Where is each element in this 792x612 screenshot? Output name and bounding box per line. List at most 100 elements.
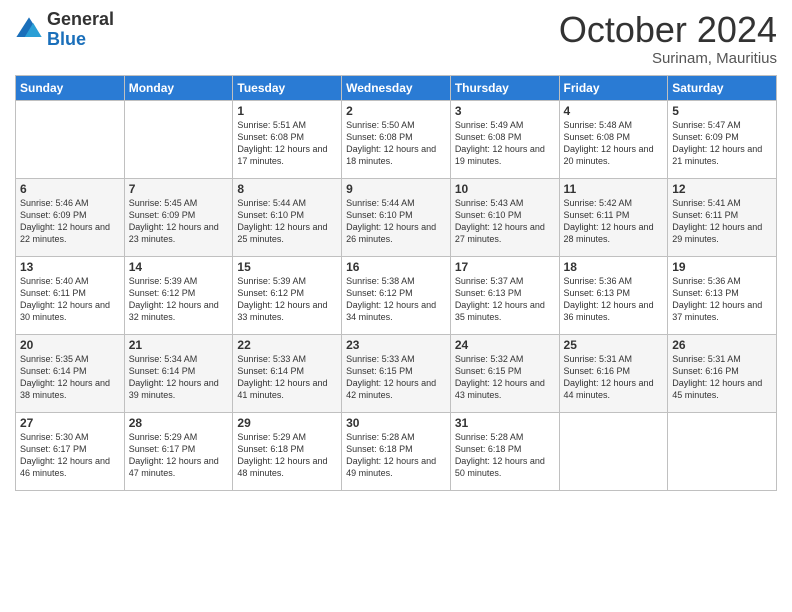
calendar-cell: 12Sunrise: 5:41 AMSunset: 6:11 PMDayligh… bbox=[668, 178, 777, 256]
cell-text: Sunrise: 5:43 AMSunset: 6:10 PMDaylight:… bbox=[455, 197, 555, 246]
day-number: 30 bbox=[346, 416, 446, 430]
day-number: 18 bbox=[564, 260, 664, 274]
day-number: 6 bbox=[20, 182, 120, 196]
cell-text: Sunrise: 5:47 AMSunset: 6:09 PMDaylight:… bbox=[672, 119, 772, 168]
logo: General Blue bbox=[15, 10, 114, 50]
day-number: 26 bbox=[672, 338, 772, 352]
cell-text: Sunrise: 5:46 AMSunset: 6:09 PMDaylight:… bbox=[20, 197, 120, 246]
day-number: 17 bbox=[455, 260, 555, 274]
day-number: 8 bbox=[237, 182, 337, 196]
logo-general: General bbox=[47, 10, 114, 30]
day-number: 14 bbox=[129, 260, 229, 274]
calendar-cell bbox=[559, 412, 668, 490]
calendar-week-row: 13Sunrise: 5:40 AMSunset: 6:11 PMDayligh… bbox=[16, 256, 777, 334]
calendar-cell: 29Sunrise: 5:29 AMSunset: 6:18 PMDayligh… bbox=[233, 412, 342, 490]
cell-text: Sunrise: 5:39 AMSunset: 6:12 PMDaylight:… bbox=[129, 275, 229, 324]
day-number: 2 bbox=[346, 104, 446, 118]
header: General Blue October 2024 Surinam, Mauri… bbox=[15, 10, 777, 67]
cell-text: Sunrise: 5:32 AMSunset: 6:15 PMDaylight:… bbox=[455, 353, 555, 402]
logo-blue: Blue bbox=[47, 30, 114, 50]
cell-text: Sunrise: 5:28 AMSunset: 6:18 PMDaylight:… bbox=[455, 431, 555, 480]
calendar-cell: 16Sunrise: 5:38 AMSunset: 6:12 PMDayligh… bbox=[342, 256, 451, 334]
calendar-cell: 1Sunrise: 5:51 AMSunset: 6:08 PMDaylight… bbox=[233, 100, 342, 178]
calendar-day-header: Monday bbox=[124, 75, 233, 100]
calendar-day-header: Sunday bbox=[16, 75, 125, 100]
day-number: 28 bbox=[129, 416, 229, 430]
cell-text: Sunrise: 5:37 AMSunset: 6:13 PMDaylight:… bbox=[455, 275, 555, 324]
day-number: 3 bbox=[455, 104, 555, 118]
calendar-cell: 15Sunrise: 5:39 AMSunset: 6:12 PMDayligh… bbox=[233, 256, 342, 334]
cell-text: Sunrise: 5:39 AMSunset: 6:12 PMDaylight:… bbox=[237, 275, 337, 324]
title-block: October 2024 Surinam, Mauritius bbox=[559, 10, 777, 67]
page: General Blue October 2024 Surinam, Mauri… bbox=[0, 0, 792, 612]
calendar-cell: 2Sunrise: 5:50 AMSunset: 6:08 PMDaylight… bbox=[342, 100, 451, 178]
calendar-cell: 9Sunrise: 5:44 AMSunset: 6:10 PMDaylight… bbox=[342, 178, 451, 256]
cell-text: Sunrise: 5:42 AMSunset: 6:11 PMDaylight:… bbox=[564, 197, 664, 246]
calendar-day-header: Thursday bbox=[450, 75, 559, 100]
calendar-cell: 28Sunrise: 5:29 AMSunset: 6:17 PMDayligh… bbox=[124, 412, 233, 490]
cell-text: Sunrise: 5:31 AMSunset: 6:16 PMDaylight:… bbox=[672, 353, 772, 402]
cell-text: Sunrise: 5:44 AMSunset: 6:10 PMDaylight:… bbox=[237, 197, 337, 246]
calendar-cell: 4Sunrise: 5:48 AMSunset: 6:08 PMDaylight… bbox=[559, 100, 668, 178]
day-number: 22 bbox=[237, 338, 337, 352]
subtitle: Surinam, Mauritius bbox=[559, 50, 777, 67]
calendar-cell bbox=[668, 412, 777, 490]
day-number: 13 bbox=[20, 260, 120, 274]
calendar-cell: 10Sunrise: 5:43 AMSunset: 6:10 PMDayligh… bbox=[450, 178, 559, 256]
day-number: 11 bbox=[564, 182, 664, 196]
calendar-day-header: Friday bbox=[559, 75, 668, 100]
day-number: 19 bbox=[672, 260, 772, 274]
calendar-week-row: 27Sunrise: 5:30 AMSunset: 6:17 PMDayligh… bbox=[16, 412, 777, 490]
cell-text: Sunrise: 5:34 AMSunset: 6:14 PMDaylight:… bbox=[129, 353, 229, 402]
calendar-cell: 21Sunrise: 5:34 AMSunset: 6:14 PMDayligh… bbox=[124, 334, 233, 412]
cell-text: Sunrise: 5:33 AMSunset: 6:15 PMDaylight:… bbox=[346, 353, 446, 402]
cell-text: Sunrise: 5:28 AMSunset: 6:18 PMDaylight:… bbox=[346, 431, 446, 480]
calendar-day-header: Tuesday bbox=[233, 75, 342, 100]
calendar-cell: 30Sunrise: 5:28 AMSunset: 6:18 PMDayligh… bbox=[342, 412, 451, 490]
calendar-week-row: 1Sunrise: 5:51 AMSunset: 6:08 PMDaylight… bbox=[16, 100, 777, 178]
day-number: 27 bbox=[20, 416, 120, 430]
calendar-week-row: 20Sunrise: 5:35 AMSunset: 6:14 PMDayligh… bbox=[16, 334, 777, 412]
day-number: 20 bbox=[20, 338, 120, 352]
calendar-cell: 25Sunrise: 5:31 AMSunset: 6:16 PMDayligh… bbox=[559, 334, 668, 412]
cell-text: Sunrise: 5:29 AMSunset: 6:17 PMDaylight:… bbox=[129, 431, 229, 480]
calendar-header-row: SundayMondayTuesdayWednesdayThursdayFrid… bbox=[16, 75, 777, 100]
day-number: 15 bbox=[237, 260, 337, 274]
day-number: 1 bbox=[237, 104, 337, 118]
day-number: 16 bbox=[346, 260, 446, 274]
calendar-cell: 24Sunrise: 5:32 AMSunset: 6:15 PMDayligh… bbox=[450, 334, 559, 412]
cell-text: Sunrise: 5:44 AMSunset: 6:10 PMDaylight:… bbox=[346, 197, 446, 246]
calendar-cell: 17Sunrise: 5:37 AMSunset: 6:13 PMDayligh… bbox=[450, 256, 559, 334]
calendar-cell: 11Sunrise: 5:42 AMSunset: 6:11 PMDayligh… bbox=[559, 178, 668, 256]
day-number: 21 bbox=[129, 338, 229, 352]
day-number: 23 bbox=[346, 338, 446, 352]
calendar-cell bbox=[124, 100, 233, 178]
calendar-day-header: Saturday bbox=[668, 75, 777, 100]
calendar-cell: 23Sunrise: 5:33 AMSunset: 6:15 PMDayligh… bbox=[342, 334, 451, 412]
calendar-cell: 6Sunrise: 5:46 AMSunset: 6:09 PMDaylight… bbox=[16, 178, 125, 256]
calendar-cell: 14Sunrise: 5:39 AMSunset: 6:12 PMDayligh… bbox=[124, 256, 233, 334]
month-title: October 2024 bbox=[559, 10, 777, 50]
calendar-day-header: Wednesday bbox=[342, 75, 451, 100]
cell-text: Sunrise: 5:33 AMSunset: 6:14 PMDaylight:… bbox=[237, 353, 337, 402]
calendar-cell: 20Sunrise: 5:35 AMSunset: 6:14 PMDayligh… bbox=[16, 334, 125, 412]
calendar-cell: 19Sunrise: 5:36 AMSunset: 6:13 PMDayligh… bbox=[668, 256, 777, 334]
calendar-table: SundayMondayTuesdayWednesdayThursdayFrid… bbox=[15, 75, 777, 491]
day-number: 7 bbox=[129, 182, 229, 196]
calendar-cell: 13Sunrise: 5:40 AMSunset: 6:11 PMDayligh… bbox=[16, 256, 125, 334]
day-number: 31 bbox=[455, 416, 555, 430]
cell-text: Sunrise: 5:36 AMSunset: 6:13 PMDaylight:… bbox=[672, 275, 772, 324]
day-number: 10 bbox=[455, 182, 555, 196]
cell-text: Sunrise: 5:38 AMSunset: 6:12 PMDaylight:… bbox=[346, 275, 446, 324]
logo-text: General Blue bbox=[47, 10, 114, 50]
cell-text: Sunrise: 5:45 AMSunset: 6:09 PMDaylight:… bbox=[129, 197, 229, 246]
calendar-cell: 22Sunrise: 5:33 AMSunset: 6:14 PMDayligh… bbox=[233, 334, 342, 412]
cell-text: Sunrise: 5:35 AMSunset: 6:14 PMDaylight:… bbox=[20, 353, 120, 402]
logo-icon bbox=[15, 16, 43, 44]
day-number: 29 bbox=[237, 416, 337, 430]
day-number: 25 bbox=[564, 338, 664, 352]
cell-text: Sunrise: 5:36 AMSunset: 6:13 PMDaylight:… bbox=[564, 275, 664, 324]
calendar-cell: 5Sunrise: 5:47 AMSunset: 6:09 PMDaylight… bbox=[668, 100, 777, 178]
cell-text: Sunrise: 5:49 AMSunset: 6:08 PMDaylight:… bbox=[455, 119, 555, 168]
cell-text: Sunrise: 5:50 AMSunset: 6:08 PMDaylight:… bbox=[346, 119, 446, 168]
